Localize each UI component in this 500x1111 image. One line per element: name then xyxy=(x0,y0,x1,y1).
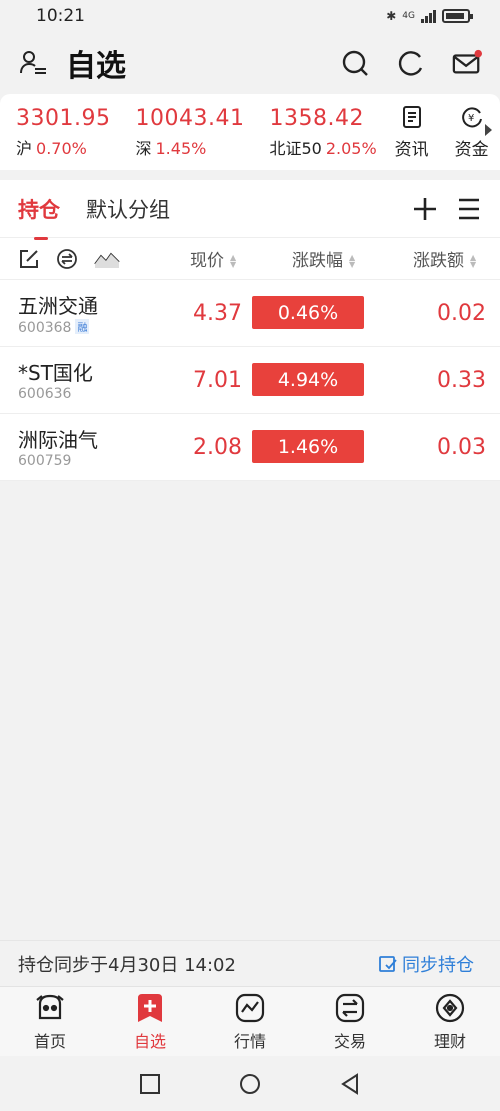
market-index-bar: 3301.95 沪 0.70% 10043.41 深 1.45% 1358.42 北… xyxy=(0,94,500,170)
index-sh[interactable]: 3301.95 沪 0.70% xyxy=(16,106,110,159)
sync-button-label: 同步持仓 xyxy=(402,954,474,976)
nav-watchlist[interactable]: 自选 xyxy=(100,987,200,1056)
user-menu-icon[interactable] xyxy=(18,48,48,78)
index-pct: 0.70% xyxy=(36,138,87,158)
stock-row[interactable]: *ST国化 600636 7.01 4.94% 0.33 xyxy=(0,347,500,414)
home-icon xyxy=(36,994,64,1019)
index-value: 1358.42 xyxy=(269,105,364,131)
back-icon[interactable] xyxy=(339,1072,361,1095)
trend-chart-icon[interactable] xyxy=(94,248,120,270)
index-pct: 2.05% xyxy=(325,138,377,158)
stock-code: 600636 xyxy=(18,386,72,402)
stock-price: 4.37 xyxy=(193,301,242,326)
trade-icon xyxy=(335,993,365,1022)
stock-change: 0.02 xyxy=(437,301,486,326)
mail-icon[interactable] xyxy=(452,48,482,78)
market-icon xyxy=(235,993,265,1022)
wealth-icon xyxy=(435,993,465,1022)
tab-default-group[interactable]: 默认分组 xyxy=(86,194,170,224)
funds-button[interactable]: ¥ 资金 xyxy=(455,105,489,160)
funds-icon: ¥ xyxy=(461,106,482,127)
column-change-label: 涨跌额 xyxy=(413,251,464,271)
nav-watchlist-label: 自选 xyxy=(133,1031,166,1051)
index-pct: 1.45% xyxy=(155,138,207,158)
sort-icon: ▲ ▼ xyxy=(349,253,356,269)
watchlist-icon xyxy=(138,993,162,1022)
refresh-icon[interactable] xyxy=(396,48,426,78)
column-price[interactable]: 现价 ▲ ▼ xyxy=(190,246,236,271)
nav-trade-label: 交易 xyxy=(333,1031,366,1051)
column-pct[interactable]: 涨跌幅 ▲ ▼ xyxy=(292,246,355,271)
news-icon xyxy=(402,105,421,128)
index-bz50[interactable]: 1358.42 北证50 2.05% xyxy=(269,106,376,159)
news-label: 资讯 xyxy=(394,139,429,160)
funds-label: 资金 xyxy=(454,139,489,160)
sync-bar: 持仓同步于4月30日 14:02 同步持仓 xyxy=(0,940,500,986)
nav-wealth-label: 理财 xyxy=(433,1031,466,1051)
scroll-right-icon[interactable] xyxy=(485,124,492,136)
menu-icon[interactable] xyxy=(456,196,482,222)
sort-icon: ▲ ▼ xyxy=(470,253,477,269)
stock-pct: 4.94% xyxy=(252,363,364,396)
nav-wealth[interactable]: 理财 xyxy=(400,987,500,1056)
nav-home[interactable]: 首页 xyxy=(0,987,100,1056)
network-label: 4G xyxy=(402,11,415,21)
group-tabs: 持仓 默认分组 xyxy=(0,180,500,240)
stock-price: 2.08 xyxy=(193,435,242,460)
margin-badge: 融 xyxy=(75,319,90,334)
bottom-nav: 首页 自选 行情 交易 理财 xyxy=(0,986,500,1056)
index-value: 3301.95 xyxy=(16,105,111,131)
svg-text:¥: ¥ xyxy=(468,113,474,124)
index-value: 10043.41 xyxy=(135,105,245,131)
stock-code: 600759 xyxy=(18,453,72,469)
tab-holdings[interactable]: 持仓 xyxy=(18,194,60,240)
column-header: 现价 ▲ ▼ 涨跌幅 ▲ ▼ 涨跌额 ▲ ▼ xyxy=(0,238,500,280)
nav-market[interactable]: 行情 xyxy=(200,987,300,1056)
sync-status-text: 持仓同步于4月30日 14:02 xyxy=(18,954,236,976)
signal-icon xyxy=(421,9,436,23)
bluetooth-icon: ✱ xyxy=(386,9,397,23)
status-time: 10:21 xyxy=(36,6,85,26)
recent-apps-icon[interactable] xyxy=(139,1073,161,1095)
stock-name: 洲际油气 xyxy=(18,428,98,452)
home-button-icon[interactable] xyxy=(239,1073,261,1095)
stock-change: 0.03 xyxy=(437,435,486,460)
switch-icon[interactable] xyxy=(56,248,78,270)
stock-name: 五洲交通 xyxy=(18,294,98,318)
status-icons: ✱ 4G xyxy=(386,9,473,23)
index-sz[interactable]: 10043.41 深 1.45% xyxy=(135,106,244,159)
status-bar: 10:21 ✱ 4G xyxy=(0,0,500,32)
nav-market-label: 行情 xyxy=(233,1031,266,1051)
index-name: 北证50 xyxy=(269,138,322,158)
index-name: 沪 xyxy=(16,138,33,158)
watchlist-panel: 持仓 默认分组 现价 ▲ ▼ 涨跌幅 ▲ ▼ 涨跌额 ▲ ▼ 五洲交通 600368 融 4.… xyxy=(0,180,500,481)
column-price-label: 现价 xyxy=(190,251,224,271)
stock-name: *ST国化 xyxy=(18,361,93,385)
stock-pct: 1.46% xyxy=(252,430,364,463)
sync-icon xyxy=(379,955,397,972)
stock-code: 600368 融 xyxy=(18,319,90,336)
stock-row[interactable]: 五洲交通 600368 融 4.37 0.46% 0.02 xyxy=(0,280,500,347)
nav-home-label: 首页 xyxy=(33,1031,66,1051)
page-title: 自选 xyxy=(66,49,126,84)
column-change[interactable]: 涨跌额 ▲ ▼ xyxy=(413,246,476,271)
sort-icon: ▲ ▼ xyxy=(230,253,237,269)
news-button[interactable]: 资讯 xyxy=(395,105,429,160)
add-icon[interactable] xyxy=(412,196,438,222)
app-header: 自选 xyxy=(0,32,500,94)
search-icon[interactable] xyxy=(340,48,370,78)
stock-change: 0.33 xyxy=(437,368,486,393)
system-nav-bar xyxy=(0,1056,500,1111)
index-name: 深 xyxy=(135,138,152,158)
edit-icon[interactable] xyxy=(18,248,40,270)
sync-holdings-button[interactable]: 同步持仓 xyxy=(378,951,474,977)
stock-row[interactable]: 洲际油气 600759 2.08 1.46% 0.03 xyxy=(0,414,500,481)
nav-trade[interactable]: 交易 xyxy=(300,987,400,1056)
stock-price: 7.01 xyxy=(193,368,242,393)
battery-icon xyxy=(442,9,473,23)
stock-pct: 0.46% xyxy=(252,296,364,329)
column-pct-label: 涨跌幅 xyxy=(292,251,343,271)
